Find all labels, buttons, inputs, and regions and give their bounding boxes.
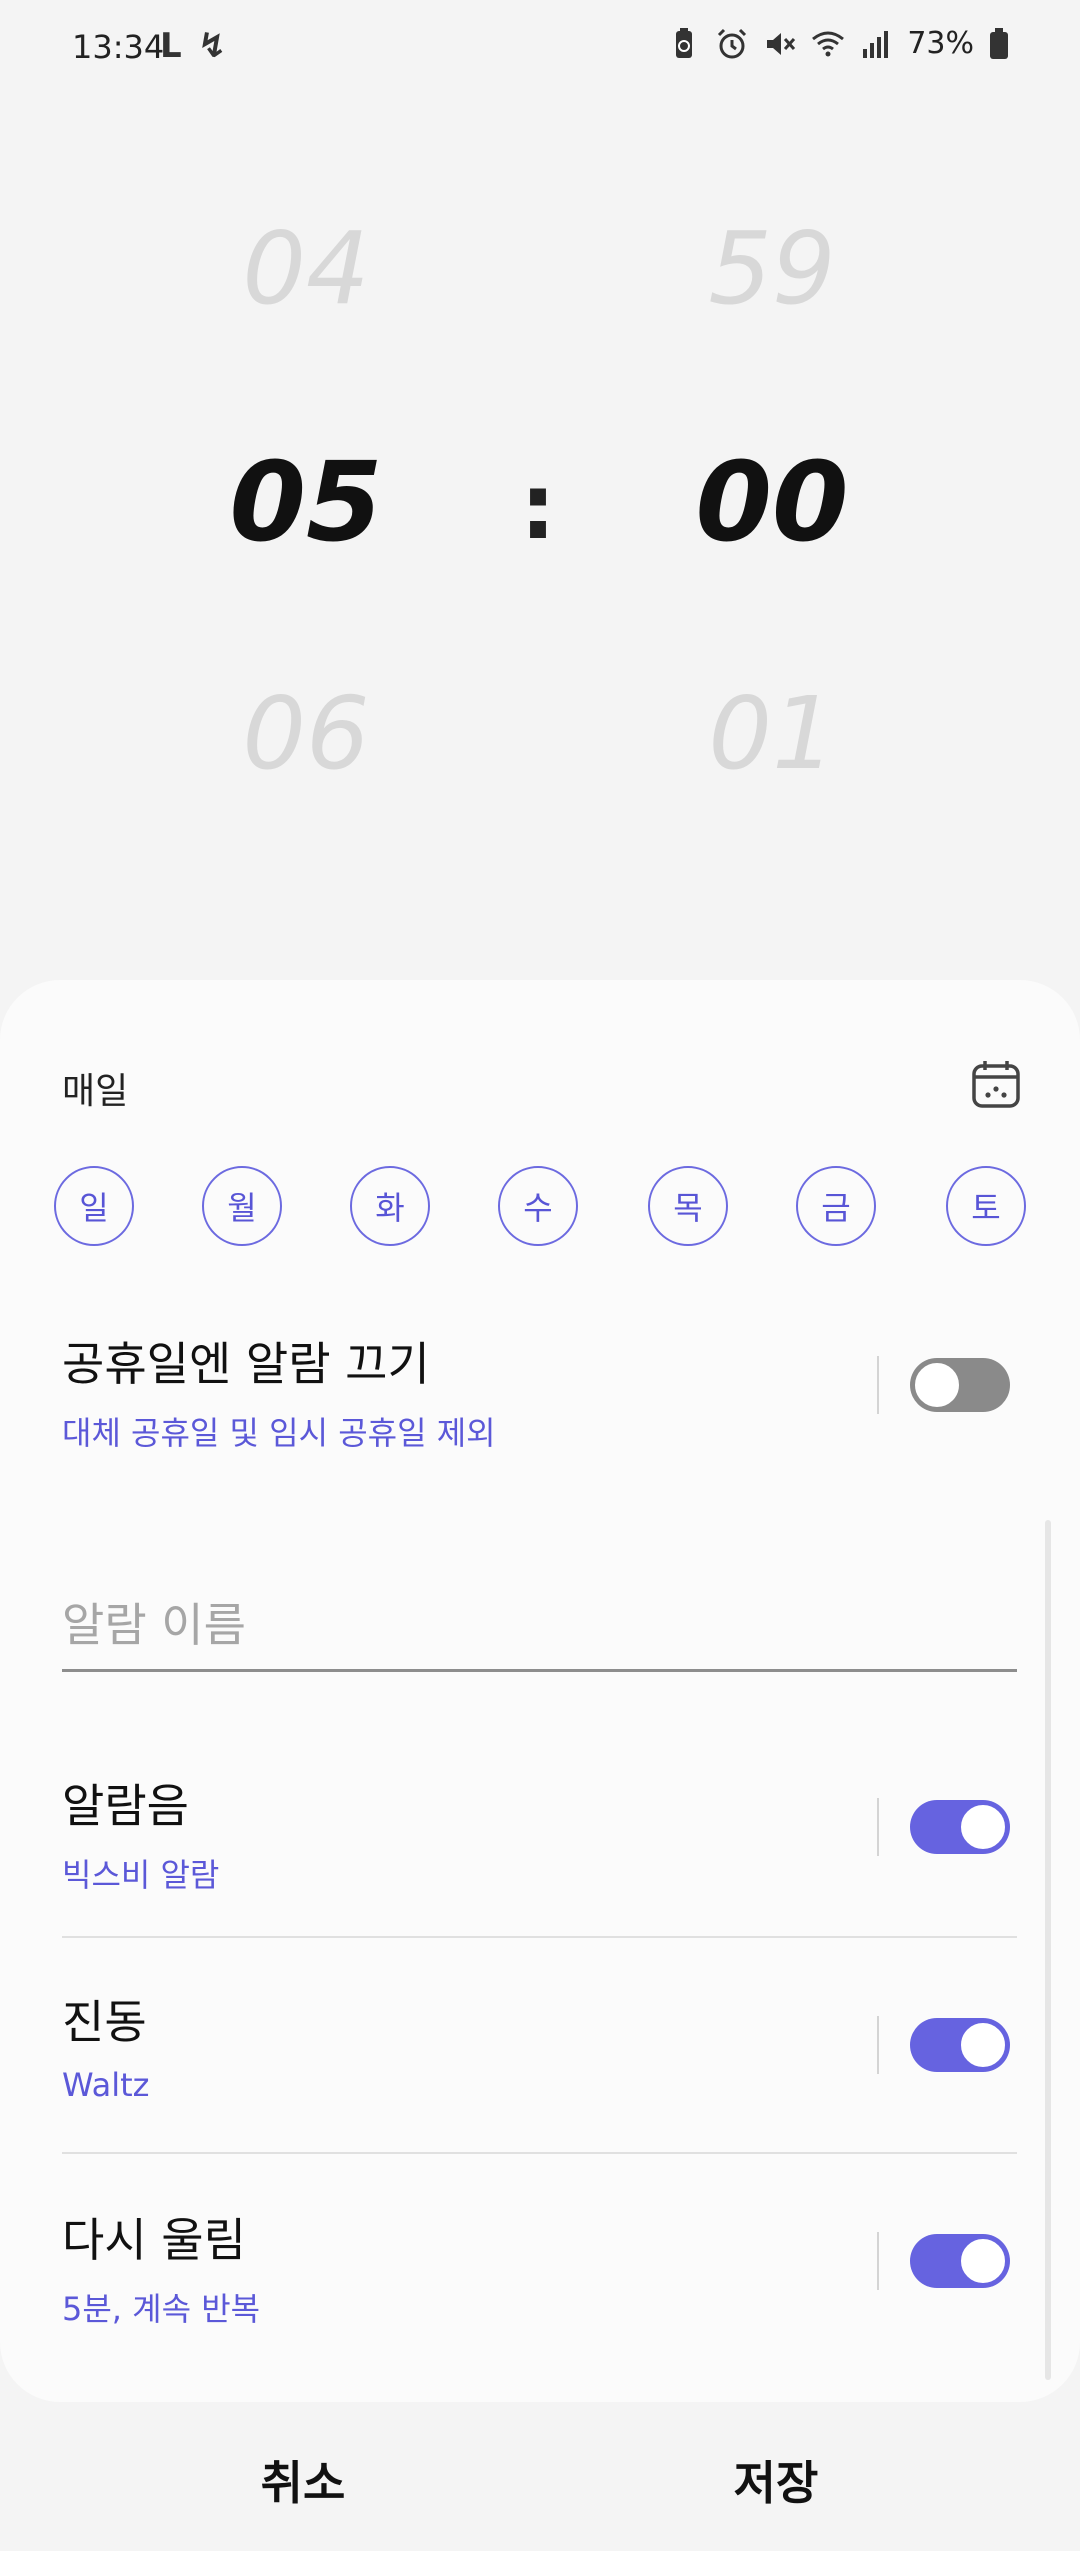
day-sunday[interactable]: 일	[54, 1166, 134, 1246]
day-wednesday[interactable]: 수	[498, 1166, 578, 1246]
minute-selected[interactable]: 00	[652, 438, 892, 566]
divider	[877, 1798, 879, 1856]
repeat-summary: 매일	[62, 1071, 129, 1112]
day-tuesday[interactable]: 화	[350, 1166, 430, 1246]
alarm-sound-subtitle: 빅스비 알람	[62, 1856, 220, 1894]
divider	[877, 2232, 879, 2290]
calendar-icon[interactable]	[970, 1058, 1022, 1110]
scrollbar[interactable]	[1045, 1520, 1051, 2380]
divider	[877, 1356, 879, 1414]
vibration-subtitle: Waltz	[62, 2066, 150, 2104]
snooze-toggle[interactable]	[910, 2234, 1010, 2288]
time-picker[interactable]: 04 05 06 : 59 00 01	[0, 180, 1080, 820]
minute-prev[interactable]: 59	[652, 210, 892, 327]
day-friday[interactable]: 금	[796, 1166, 876, 1246]
holiday-subtitle: 대체 공휴일 및 임시 공휴일 제외	[62, 1414, 496, 1452]
signal-icon	[863, 30, 889, 58]
vibration-toggle[interactable]	[910, 2018, 1010, 2072]
day-saturday[interactable]: 토	[946, 1166, 1026, 1246]
row-divider	[62, 1936, 1017, 1938]
battery-saver-icon	[676, 27, 693, 58]
battery-percentage: 73%	[907, 26, 974, 61]
holiday-title: 공휴일엔 알람 끄기	[62, 1337, 430, 1391]
notification-app-icon: ↯	[198, 26, 227, 66]
vibration-title: 진동	[62, 1995, 147, 2049]
alarm-name-input[interactable]	[62, 1580, 1017, 1672]
hour-prev[interactable]: 04	[186, 210, 426, 327]
minute-next[interactable]: 01	[652, 675, 892, 792]
snooze-subtitle: 5분, 계속 반복	[62, 2290, 261, 2328]
mute-icon	[767, 32, 796, 55]
snooze-title: 다시 울림	[62, 2213, 246, 2267]
divider	[877, 2016, 879, 2074]
day-monday[interactable]: 월	[202, 1166, 282, 1246]
status-icons: 73%	[667, 26, 1010, 61]
save-button[interactable]: 저장	[616, 2430, 936, 2530]
notification-l-icon: L	[160, 26, 182, 66]
cancel-button[interactable]: 취소	[143, 2430, 463, 2530]
hour-selected[interactable]: 05	[186, 438, 426, 566]
day-thursday[interactable]: 목	[648, 1166, 728, 1246]
alarm-sound-toggle[interactable]	[910, 1800, 1010, 1854]
alarm-sound-title: 알람음	[62, 1779, 189, 1833]
weekday-selector: 일 월 화 수 목 금 토	[54, 1166, 1026, 1248]
status-bar: 13:34 L ↯ 73%	[0, 0, 1080, 100]
status-time: 13:34	[72, 28, 165, 66]
holiday-toggle[interactable]	[910, 1358, 1010, 1412]
hour-next[interactable]: 06	[186, 675, 426, 792]
time-separator: :	[520, 455, 556, 560]
alarm-icon	[718, 28, 747, 58]
wifi-icon	[812, 31, 845, 56]
row-divider	[62, 2152, 1017, 2154]
alarm-edit-screen: 13:34 L ↯ 73% 04 05 06: 59 00 01 매일 일 월…	[0, 0, 1080, 2551]
battery-icon	[990, 27, 1008, 59]
